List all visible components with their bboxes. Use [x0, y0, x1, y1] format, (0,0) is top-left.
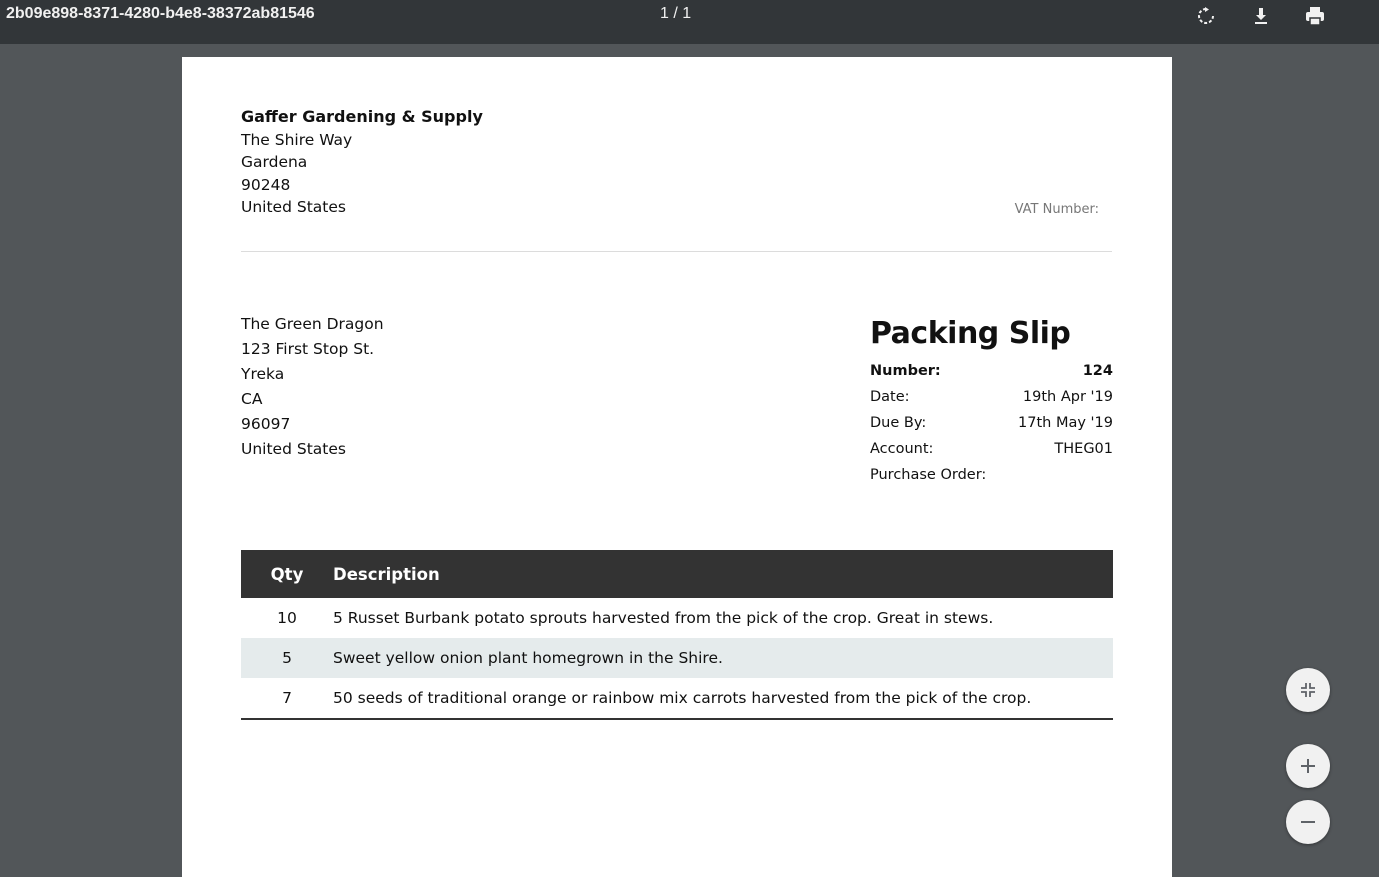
- page-indicator: 1 / 1: [660, 5, 692, 22]
- date-value: 19th Apr '19: [1022, 389, 1113, 405]
- number-value: 124: [1082, 363, 1113, 379]
- table-row: 5 Sweet yellow onion plant homegrown in …: [241, 638, 1113, 678]
- document-title-heading: Packing Slip: [870, 316, 1071, 351]
- vat-number-label: VAT Number:: [1014, 202, 1099, 217]
- due-label: Due By:: [870, 415, 927, 431]
- seller-address-line: 90248: [241, 175, 291, 194]
- number-label: Number:: [870, 363, 941, 379]
- document-page: Gaffer Gardening & Supply The Shire Way …: [182, 57, 1172, 877]
- account-label: Account:: [870, 441, 934, 457]
- slip-due-row: Due By: 17th May '19: [870, 410, 1113, 436]
- description-cell: 5 Russet Burbank potato sprouts harveste…: [333, 609, 994, 627]
- seller-address-line: The Shire Way: [241, 130, 353, 149]
- description-column-header: Description: [333, 564, 440, 584]
- print-icon: [1306, 7, 1324, 26]
- slip-number-row: Number: 124: [870, 358, 1113, 384]
- description-cell: Sweet yellow onion plant homegrown in th…: [333, 649, 723, 667]
- seller-address-line: Gardena: [241, 153, 308, 172]
- fit-page-button[interactable]: [1286, 668, 1330, 712]
- buyer-address-line: 96097: [241, 415, 291, 433]
- account-value: THEG01: [1054, 441, 1113, 457]
- buyer-address: The Green Dragon 123 First Stop St. Yrek…: [241, 312, 384, 462]
- header-divider: [241, 251, 1112, 252]
- zoom-out-icon: [1301, 821, 1315, 823]
- qty-cell: 10: [277, 609, 297, 627]
- fit-page-icon: [1301, 683, 1315, 697]
- buyer-address-line: The Green Dragon: [241, 315, 384, 333]
- po-label: Purchase Order:: [870, 467, 987, 483]
- download-icon: [1255, 8, 1267, 24]
- buyer-address-line: Yreka: [241, 365, 285, 383]
- download-button[interactable]: [1247, 2, 1275, 30]
- qty-cell: 5: [282, 649, 292, 667]
- viewer-toolbar: 2b09e898-8371-4280-b4e8-38372ab81546 1 /…: [0, 0, 1379, 44]
- seller-address-line: United States: [241, 198, 346, 217]
- items-header-row: Qty Description: [241, 550, 1113, 598]
- zoom-in-button[interactable]: [1286, 744, 1330, 788]
- rotate-icon: [1198, 7, 1214, 24]
- slip-account-row: Account: THEG01: [870, 436, 1113, 462]
- table-row: 7 50 seeds of traditional orange or rain…: [241, 678, 1113, 720]
- items-table: Qty Description 10 5 Russet Burbank pota…: [241, 550, 1113, 720]
- table-row: 10 5 Russet Burbank potato sprouts harve…: [241, 598, 1113, 638]
- rotate-button[interactable]: [1192, 2, 1220, 30]
- description-cell: 50 seeds of traditional orange or rainbo…: [333, 678, 1113, 720]
- slip-date-row: Date: 19th Apr '19: [870, 384, 1113, 410]
- print-button[interactable]: [1301, 2, 1329, 30]
- date-label: Date:: [870, 389, 910, 405]
- slip-details: Number: 124 Date: 19th Apr '19 Due By: 1…: [870, 358, 1113, 488]
- buyer-address-line: 123 First Stop St.: [241, 340, 375, 358]
- zoom-in-icon: [1301, 759, 1315, 773]
- zoom-out-button[interactable]: [1286, 800, 1330, 844]
- due-value: 17th May '19: [1018, 415, 1113, 431]
- seller-address: Gaffer Gardening & Supply The Shire Way …: [241, 106, 483, 219]
- qty-column-header: Qty: [270, 564, 304, 584]
- seller-name: Gaffer Gardening & Supply: [241, 107, 483, 126]
- buyer-address-line: United States: [241, 440, 346, 458]
- document-title: 2b09e898-8371-4280-b4e8-38372ab81546: [6, 5, 315, 22]
- qty-cell: 7: [241, 678, 333, 720]
- slip-po-row: Purchase Order:: [870, 462, 1113, 488]
- buyer-address-line: CA: [241, 390, 263, 408]
